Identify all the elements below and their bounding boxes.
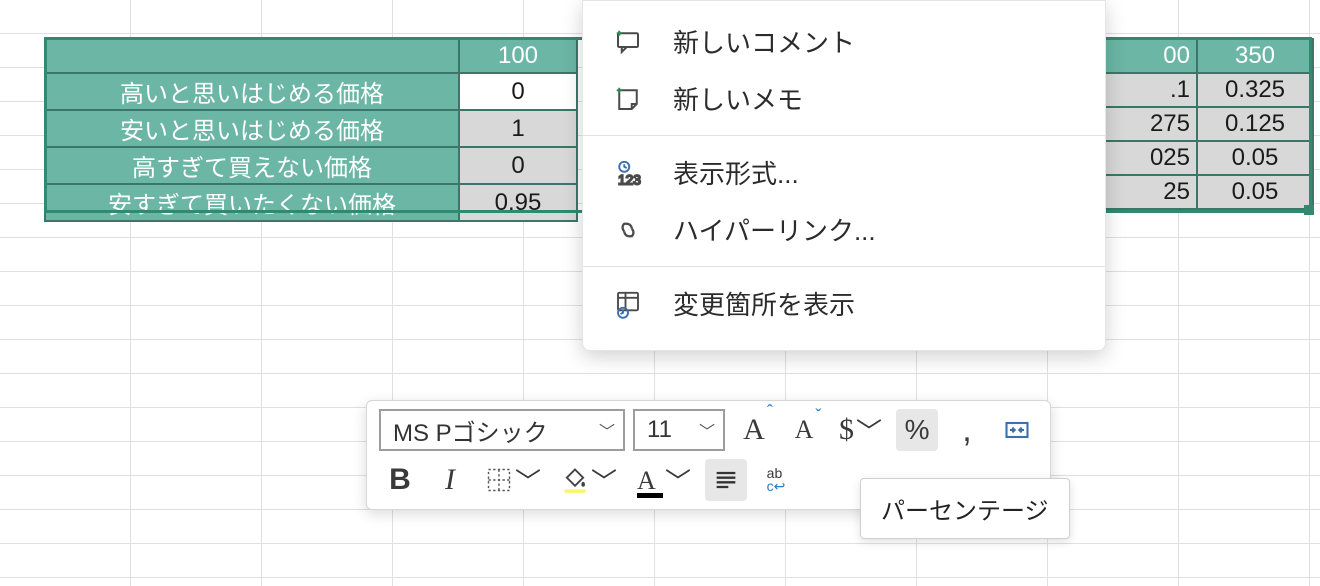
align-icon <box>712 466 740 494</box>
chevron-down-icon: ﹀ <box>599 418 615 442</box>
hyperlink-icon <box>611 213 645 247</box>
comma-format-button[interactable]: , <box>946 409 988 451</box>
decrease-font-icon: A <box>795 415 814 445</box>
font-color-icon: A <box>637 465 663 496</box>
wrap-text-icon: abc↩ <box>767 467 786 493</box>
dollar-icon: $ <box>839 413 854 447</box>
table-row: 275 0.125 <box>1105 107 1313 141</box>
cell[interactable]: 0.325 <box>1197 73 1313 107</box>
context-menu: 新しいコメント 新しいメモ 123 表示形式... <box>582 0 1106 351</box>
table-row: 025 0.05 <box>1105 141 1313 175</box>
cell[interactable]: 025 <box>1105 141 1197 175</box>
menu-item-label: 新しいメモ <box>673 80 803 117</box>
menu-item-label: 表示形式... <box>673 154 799 191</box>
menu-separator <box>583 135 1105 136</box>
table-row: 安いと思いはじめる価格 1 <box>45 110 577 147</box>
table-row: 高いと思いはじめる価格 0 <box>45 73 577 110</box>
header-cell-0[interactable]: 100 <box>459 39 577 73</box>
format-cells-icon: 123 <box>611 156 645 190</box>
menu-item-label: 変更箇所を表示 <box>673 285 855 322</box>
percent-icon: % <box>905 414 930 446</box>
row-label[interactable]: 安いと思いはじめる価格 <box>45 110 459 147</box>
fill-color-button[interactable]: ﹀ <box>555 459 623 501</box>
font-size-value: 11 <box>647 416 672 444</box>
menu-item-new-comment[interactable]: 新しいコメント <box>583 13 1105 70</box>
cell[interactable]: 0.05 <box>1197 141 1313 175</box>
menu-item-show-changes[interactable]: 変更箇所を表示 <box>583 275 1105 332</box>
chevron-down-icon: ﹀ <box>665 462 691 499</box>
header-cell[interactable]: 00 <box>1105 39 1197 73</box>
menu-item-new-memo[interactable]: 新しいメモ <box>583 70 1105 127</box>
menu-item-format-cells[interactable]: 123 表示形式... <box>583 144 1105 201</box>
table-row: 25 0.05 <box>1105 175 1313 209</box>
borders-button[interactable]: ﹀ <box>479 459 547 501</box>
menu-item-label: ハイパーリンク... <box>673 211 876 248</box>
table-header-row: 100 <box>45 39 577 73</box>
comma-icon: , <box>962 423 971 437</box>
header-cell-blank[interactable] <box>45 39 459 73</box>
cell[interactable]: 275 <box>1105 107 1197 141</box>
header-cell[interactable]: 350 <box>1197 39 1313 73</box>
svg-text:123: 123 <box>618 172 641 187</box>
font-name-value: MS Pゴシック <box>393 413 548 448</box>
table-row: 高すぎて買えない価格 0 <box>45 147 577 184</box>
cell[interactable]: .1 <box>1105 73 1197 107</box>
cell[interactable]: 0 <box>459 73 577 110</box>
table-row: 安すぎて買いたくない価格 0.95 <box>45 184 577 221</box>
font-color-button[interactable]: A ﹀ <box>631 459 697 501</box>
italic-button[interactable]: I <box>429 459 471 501</box>
cell[interactable]: 0 <box>459 147 577 184</box>
menu-item-label: 新しいコメント <box>673 23 855 60</box>
align-button[interactable] <box>705 459 747 501</box>
data-table[interactable]: 100 高いと思いはじめる価格 0 安いと思いはじめる価格 1 高すぎて買えない… <box>44 38 578 222</box>
increase-font-button[interactable]: A <box>733 409 775 451</box>
data-table-right[interactable]: 00 350 .1 0.325 275 0.125 025 0.05 25 0.… <box>1104 38 1314 210</box>
table-row: .1 0.325 <box>1105 73 1313 107</box>
cell[interactable]: 0.125 <box>1197 107 1313 141</box>
currency-format-button[interactable]: $ ﹀ <box>833 409 888 451</box>
row-label[interactable]: 安すぎて買いたくない価格 <box>45 184 459 221</box>
cell[interactable]: 0.05 <box>1197 175 1313 209</box>
cell[interactable]: 25 <box>1105 175 1197 209</box>
chevron-down-icon: ﹀ <box>856 412 882 449</box>
tooltip-percentage: パーセンテージ <box>860 478 1070 539</box>
chevron-down-icon: ﹀ <box>699 418 715 442</box>
merge-center-button[interactable] <box>996 409 1038 451</box>
percent-format-button[interactable]: % <box>896 409 938 451</box>
chevron-down-icon: ﹀ <box>515 462 541 499</box>
table-header-row: 00 350 <box>1105 39 1313 73</box>
font-size-combo[interactable]: 11 ﹀ <box>633 409 725 451</box>
decrease-font-button[interactable]: A <box>783 409 825 451</box>
show-changes-icon <box>611 287 645 321</box>
new-comment-icon <box>611 25 645 59</box>
cell[interactable]: 1 <box>459 110 577 147</box>
chevron-down-icon: ﹀ <box>591 462 617 499</box>
fill-color-icon <box>561 466 589 494</box>
merge-center-icon <box>1003 416 1031 444</box>
row-label[interactable]: 高いと思いはじめる価格 <box>45 73 459 110</box>
bold-button[interactable]: B <box>379 459 421 501</box>
new-memo-icon <box>611 82 645 116</box>
increase-font-icon: A <box>743 413 765 447</box>
menu-separator <box>583 266 1105 267</box>
cell[interactable]: 0.95 <box>459 184 577 221</box>
row-label[interactable]: 高すぎて買えない価格 <box>45 147 459 184</box>
borders-icon <box>485 466 513 494</box>
font-name-combo[interactable]: MS Pゴシック ﹀ <box>379 409 625 451</box>
menu-item-hyperlink[interactable]: ハイパーリンク... <box>583 201 1105 258</box>
wrap-text-button[interactable]: abc↩ <box>755 459 797 501</box>
